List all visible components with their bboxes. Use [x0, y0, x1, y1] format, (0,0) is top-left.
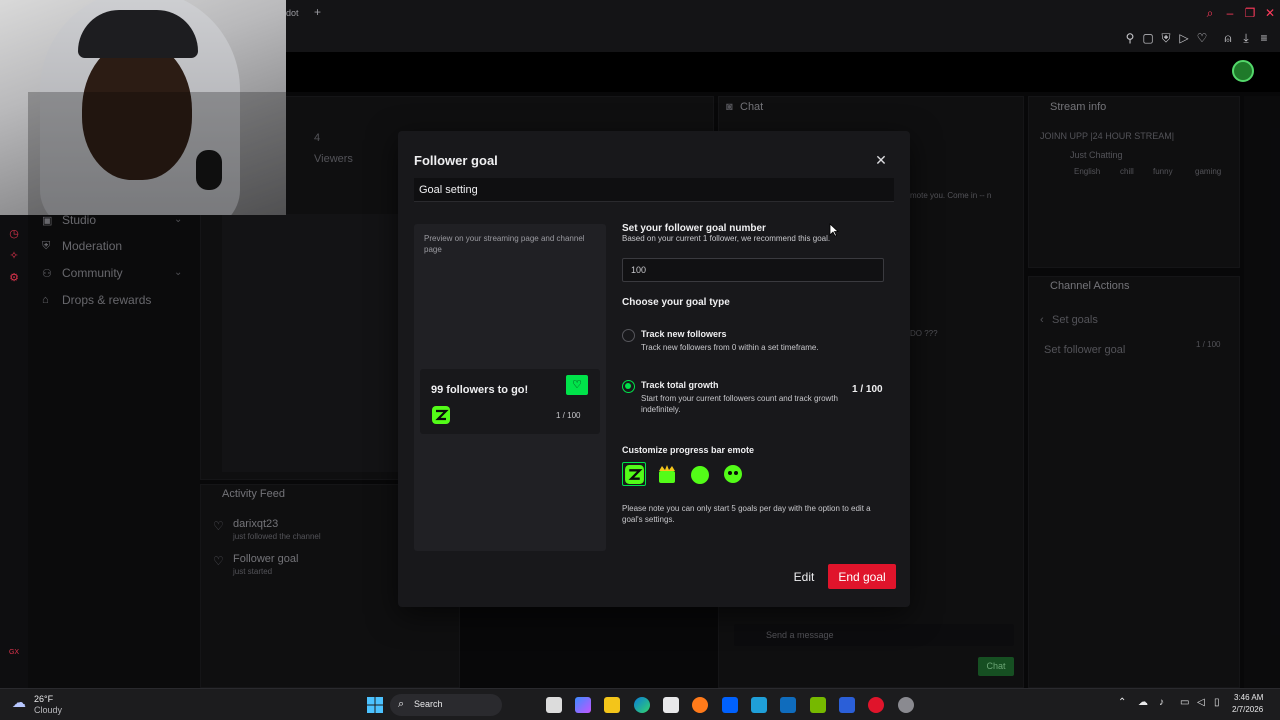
browser-tab[interactable]: dot: [286, 8, 299, 18]
avatar[interactable]: [1232, 60, 1254, 82]
goal-type-title: Choose your goal type: [622, 297, 730, 308]
chevron-up-icon[interactable]: ⌃: [1118, 697, 1126, 708]
search-label: Search: [414, 699, 443, 709]
weather-desc[interactable]: Cloudy: [34, 705, 62, 715]
task-view-icon[interactable]: [546, 697, 562, 713]
close-icon[interactable]: ✕: [872, 151, 890, 169]
file-explorer-icon[interactable]: [604, 697, 620, 713]
option-desc: Track new followers from 0 within a set …: [641, 343, 819, 352]
dropbox-icon[interactable]: [722, 697, 738, 713]
goal-preview-panel: Preview on your streaming page and chann…: [414, 224, 606, 551]
extension-icon[interactable]: ✧: [7, 249, 21, 263]
emote-title: Customize progress bar emote: [622, 445, 755, 455]
option-label[interactable]: Track new followers: [641, 329, 727, 339]
app-icon[interactable]: [839, 697, 855, 713]
gx-logo-icon: GX: [8, 649, 20, 656]
outlook-icon[interactable]: [780, 697, 796, 713]
modal-title: Follower goal: [414, 153, 498, 168]
store-icon[interactable]: [663, 697, 679, 713]
goal-limit-note: Please note you can only start 5 goals p…: [622, 504, 871, 524]
goal-number-subtitle: Based on your current 1 follower, we rec…: [622, 234, 831, 243]
nvidia-icon[interactable]: [810, 697, 826, 713]
microphone-icon[interactable]: ♪: [1159, 697, 1164, 708]
weather-temp[interactable]: 26°F: [34, 694, 53, 704]
follower-goal-modal: Follower goal ✕ Goal setting Preview on …: [398, 131, 910, 607]
option-label[interactable]: Track total growth: [641, 380, 719, 390]
clock-time[interactable]: 3:46 AM: [1234, 693, 1263, 702]
battery-icon[interactable]: ▯: [1214, 697, 1220, 708]
snapshot-icon[interactable]: ▢: [1141, 31, 1155, 45]
heart-icon: ♡: [566, 375, 588, 395]
taskbar: ☁ 26°F Cloudy ⌕ Search ⌃ ☁ ♪ ▭ ◁ ▯ 3:46 …: [0, 688, 1280, 720]
heart-icon[interactable]: ♡: [1195, 31, 1209, 45]
minimize-icon[interactable]: –: [1223, 6, 1237, 20]
tab-goal-setting[interactable]: Goal setting: [419, 184, 478, 196]
app-icon[interactable]: [898, 697, 914, 713]
menu-icon[interactable]: ≡: [1257, 31, 1271, 45]
total-growth-value: 1 / 100: [852, 384, 883, 395]
search-icon: ⌕: [398, 698, 405, 710]
preview-description: Preview on your streaming page and chann…: [424, 234, 585, 254]
pin-icon[interactable]: ⚲: [1123, 31, 1137, 45]
display-icon[interactable]: ▭: [1180, 697, 1189, 708]
app-icon[interactable]: [751, 697, 767, 713]
radio-track-total[interactable]: [622, 380, 635, 393]
firefox-icon[interactable]: [692, 697, 708, 713]
end-goal-button[interactable]: End goal: [828, 564, 896, 589]
emote-option-face[interactable]: [721, 462, 745, 486]
kick-logo-emote: [432, 406, 450, 424]
play-icon[interactable]: ▷: [1177, 31, 1191, 45]
preview-count: 1 / 100: [556, 411, 581, 420]
shield-icon[interactable]: ⛨: [1159, 31, 1173, 45]
new-tab-button[interactable]: +: [314, 5, 321, 19]
edit-button[interactable]: Edit: [786, 567, 822, 587]
opera-gx-icon[interactable]: [868, 697, 884, 713]
goal-number-input[interactable]: [622, 258, 884, 282]
weather-icon: ☁: [12, 694, 26, 710]
copilot-icon[interactable]: [575, 697, 591, 713]
edge-icon[interactable]: [634, 697, 650, 713]
windows-start-icon[interactable]: [367, 697, 383, 713]
settings-icon[interactable]: ⚙: [7, 271, 21, 285]
download-icon[interactable]: ⤓: [1239, 31, 1253, 45]
screen: dot + ⌕ – ❐ ✕ ⚲ ▢ ⛨ ▷ ♡ ⍝ ⤓ ≡ ◷ ✧ ⚙ GX ▣…: [0, 0, 1280, 720]
close-window-icon[interactable]: ✕: [1263, 6, 1277, 20]
cloud-icon[interactable]: ☁: [1138, 697, 1148, 708]
history-icon[interactable]: ◷: [7, 227, 21, 241]
radio-track-new[interactable]: [622, 329, 635, 342]
goal-tab-bar: Goal setting: [414, 178, 894, 202]
emote-option-kick[interactable]: [622, 462, 646, 486]
emote-option-crown[interactable]: [655, 462, 679, 486]
maximize-icon[interactable]: ❐: [1243, 6, 1257, 20]
clock-date[interactable]: 2/7/2026: [1232, 705, 1263, 714]
volume-icon[interactable]: ◁: [1197, 697, 1205, 708]
account-icon[interactable]: ⍝: [1221, 31, 1235, 45]
taskbar-search[interactable]: ⌕ Search: [390, 694, 502, 716]
search-icon[interactable]: ⌕: [1203, 6, 1217, 20]
option-desc: Start from your current followers count …: [641, 394, 838, 414]
emote-option-blob[interactable]: [688, 462, 712, 486]
goal-preview-card: 99 followers to go! ♡ 1 / 100: [420, 369, 600, 434]
mouse-cursor-icon: [829, 223, 839, 237]
preview-card-title: 99 followers to go!: [431, 384, 529, 396]
